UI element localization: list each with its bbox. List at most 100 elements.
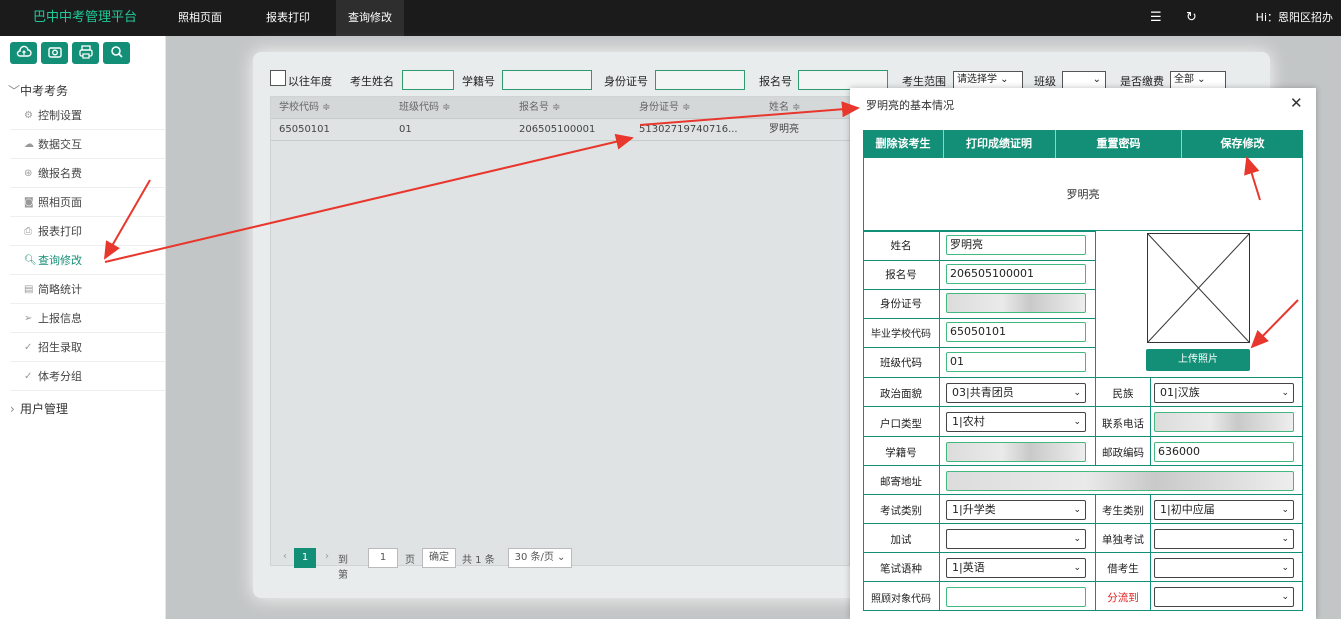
form-divider (939, 524, 940, 553)
col-sfz[interactable]: 身份证号 ≑ (631, 97, 761, 119)
borrow-label: 借考生 (1107, 563, 1139, 575)
upload-photo-button[interactable]: 上传照片 (1146, 349, 1250, 371)
name-field[interactable]: 罗明亮 (946, 235, 1086, 255)
menu-group-users[interactable]: › 用户管理 (0, 394, 166, 424)
print-score-button[interactable]: 打印成绩证明 (944, 130, 1054, 158)
xjh-field[interactable] (946, 442, 1086, 462)
camera-icon: ◙ (24, 197, 34, 208)
menu-toggle-icon[interactable]: ☰ (1150, 0, 1162, 36)
extra-select[interactable]: ⌄ (946, 529, 1086, 549)
paid-select[interactable]: 全部 ⌄ (1170, 71, 1226, 89)
sidebar-item-report[interactable]: ➢ 上报信息 (10, 304, 166, 333)
name-label: 考生姓名 (350, 75, 394, 88)
reset-password-button[interactable]: 重置密码 (1056, 130, 1181, 158)
next-page-icon[interactable]: › (320, 548, 334, 568)
col-bmh[interactable]: 报名号 ≑ (511, 97, 631, 119)
xjh-input[interactable] (502, 70, 592, 90)
results-table: 学校代码 ≑ 班级代码 ≑ 报名号 ≑ 身份证号 ≑ 姓名 ≑ 65050101… (270, 96, 851, 566)
borrow-select[interactable]: ⌄ (1154, 558, 1294, 578)
form-divider (1150, 407, 1151, 437)
bmh-label: 报名号 (885, 269, 917, 281)
nation-select[interactable]: 01|汉族 ⌄ (1154, 383, 1294, 403)
sidebar-item-query[interactable]: 🔍︎ 查询修改 (10, 246, 166, 275)
image-placeholder-icon (1147, 233, 1250, 343)
care-field[interactable] (946, 587, 1086, 607)
gear-icon: ⚙ (24, 110, 33, 121)
care-label: 照顾对象代码 (871, 594, 931, 605)
per-page-select[interactable]: 30 条/页 ⌄ (508, 548, 572, 568)
nav-photo-page[interactable]: 照相页面 (172, 0, 228, 36)
flow-select[interactable]: ⌄ (1154, 587, 1294, 607)
address-label: 邮寄地址 (880, 476, 922, 488)
refresh-icon[interactable]: ↻ (1186, 0, 1197, 36)
user-greeting[interactable]: Hi：恩阳区招办 (1256, 0, 1333, 36)
chevron-down-icon: ⌄ (1281, 592, 1289, 602)
chart-icon: ▤ (24, 284, 34, 295)
sidebar-item-data[interactable]: ☁ 数据交互 (10, 130, 166, 159)
page-number-input[interactable]: 1 (368, 548, 398, 568)
printer-icon: ⎙ (24, 226, 32, 237)
stutype-select[interactable]: 1|初中应届 ⌄ (1154, 500, 1294, 520)
photo-placeholder (1147, 233, 1250, 343)
single-select[interactable]: ⌄ (1154, 529, 1294, 549)
history-checkbox[interactable] (270, 70, 286, 86)
camera-button[interactable] (41, 42, 68, 64)
sidebar-item-admission[interactable]: ✓ 招生录取 (10, 333, 166, 362)
post-field[interactable]: 636000 (1154, 442, 1294, 462)
sfz-input[interactable] (655, 70, 745, 90)
dialog-title: 罗明亮的基本情况 (866, 99, 954, 112)
cell-name: 罗明亮 (769, 124, 799, 135)
cell-school-code: 65050101 (279, 124, 330, 135)
cloud-icon: ☁ (24, 139, 34, 150)
cloud-upload-icon (16, 45, 32, 57)
page-label: 页 (405, 555, 415, 566)
search-button[interactable] (103, 42, 130, 64)
political-select[interactable]: 03|共青团员 ⌄ (946, 383, 1086, 403)
delete-student-button[interactable]: 删除该考生 (863, 130, 943, 158)
table-row[interactable]: 65050101 01 206505100001 51302719740716.… (271, 119, 851, 141)
form-divider (1095, 231, 1096, 378)
col-name[interactable]: 姓名 ≑ (761, 97, 851, 119)
col-class-code[interactable]: 班级代码 ≑ (391, 97, 511, 119)
phone-field[interactable] (1154, 412, 1294, 432)
bmh-input[interactable] (798, 70, 888, 90)
print-button[interactable] (72, 42, 99, 64)
close-icon[interactable]: ✕ (1290, 94, 1303, 112)
col-school-code[interactable]: 学校代码 ≑ (271, 97, 391, 119)
form-divider (939, 437, 940, 466)
name-input[interactable] (402, 70, 454, 90)
sidebar-item-fee[interactable]: ⊛ 缴报名费 (10, 159, 166, 188)
stutype-label: 考生类别 (1102, 505, 1144, 517)
scope-select[interactable]: 请选择学 ⌄ (953, 71, 1023, 89)
app-brand[interactable]: 巴中中考管理平台 (0, 0, 170, 36)
school-code-field[interactable]: 65050101 (946, 322, 1086, 342)
prev-page-icon[interactable]: ‹ (278, 548, 292, 568)
sidebar-item-pe-group[interactable]: ✓ 体考分组 (10, 362, 166, 391)
sidebar-item-stats[interactable]: ▤ 简略统计 (10, 275, 166, 304)
sidebar-item-print[interactable]: ⎙ 报表打印 (10, 217, 166, 246)
hukou-select[interactable]: 1|农村 ⌄ (946, 412, 1086, 432)
lang-select[interactable]: 1|英语 ⌄ (946, 558, 1086, 578)
sfz-label: 身份证号 (604, 75, 648, 88)
page-current[interactable]: 1 (294, 548, 316, 568)
printer-icon (78, 45, 93, 59)
school-code-label: 毕业学校代码 (871, 329, 931, 340)
form-divider (939, 231, 940, 378)
address-field[interactable] (946, 471, 1294, 491)
sidebar-item-photo[interactable]: ◙ 照相页面 (10, 188, 166, 217)
hukou-label: 户口类型 (880, 418, 922, 430)
sidebar-item-control[interactable]: ⚙ 控制设置 (10, 101, 166, 130)
class-code-field[interactable]: 01 (946, 352, 1086, 372)
goto-confirm-button[interactable]: 确定 (422, 548, 456, 568)
form-divider (863, 347, 1095, 348)
form-divider (939, 495, 940, 524)
nav-report-print[interactable]: 报表打印 (254, 0, 322, 36)
class-select[interactable]: ⌄ (1062, 71, 1106, 89)
save-changes-button[interactable]: 保存修改 (1182, 130, 1303, 158)
examtype-select[interactable]: 1|升学类 ⌄ (946, 500, 1086, 520)
upload-cloud-button[interactable] (10, 42, 37, 64)
nav-query-edit[interactable]: 查询修改 (336, 0, 404, 36)
bmh-field[interactable]: 206505100001 (946, 264, 1086, 284)
form-divider (1150, 524, 1151, 553)
sfz-field[interactable] (946, 293, 1086, 313)
